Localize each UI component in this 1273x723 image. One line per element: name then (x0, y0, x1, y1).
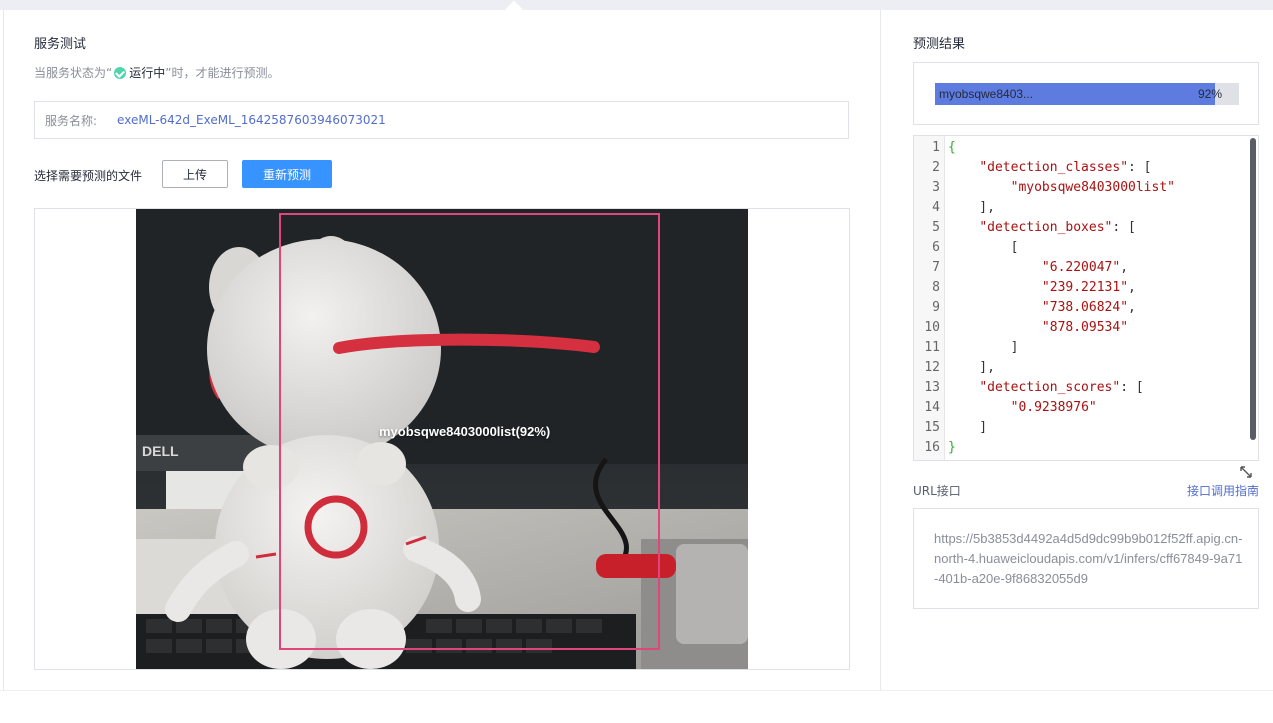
code-line: "detection_classes": [ (979, 160, 1152, 175)
code-line: "detection_scores": [ (979, 380, 1144, 395)
status-note: 当服务状态为“ 运行中 ”时，才能进行预测。 (34, 64, 279, 81)
code-line: "myobsqwe8403000list" (1010, 180, 1175, 195)
prediction-result-title: 预测结果 (913, 37, 966, 52)
line-number: 6 (932, 240, 940, 255)
confidence-bar: myobsqwe8403... 92% (935, 83, 1239, 105)
line-number: 15 (924, 420, 940, 435)
svg-text:DELL: DELL (142, 443, 179, 459)
service-name-value: exeML-642d_ExeML_1642587603946073021 (117, 113, 386, 127)
line-number: 13 (924, 380, 940, 395)
status-running: 运行中 (129, 66, 166, 80)
bottom-rule (0, 690, 1273, 691)
code-line: [ (948, 240, 1019, 255)
panel-divider (880, 10, 881, 690)
service-name-label: 服务名称: (45, 113, 98, 128)
line-number: 3 (932, 180, 940, 195)
json-code-viewer[interactable]: 1 {2 "detection_classes": [ 3 "myobsqwe840… (913, 135, 1259, 461)
left-border (3, 10, 4, 690)
line-number: 10 (924, 320, 940, 335)
url-interface-label: URL接口 (913, 484, 961, 498)
tab-indicator (505, 0, 523, 18)
code-line: "239.22131", (1041, 280, 1136, 295)
line-number: 7 (932, 260, 940, 275)
api-guide-link[interactable]: 接口调用指南 (1187, 482, 1259, 499)
line-number: 2 (932, 160, 940, 175)
code-line: "738.06824", (1041, 300, 1136, 315)
code-line: "878.09534" (1041, 320, 1129, 335)
confidence-bar-percent: 92% (1198, 87, 1223, 101)
code-line: "0.9238976" (1010, 400, 1097, 415)
code-line: } (948, 440, 956, 455)
code-line: "6.220047", (1041, 260, 1129, 275)
line-number: 12 (924, 360, 940, 375)
check-circle-icon (114, 66, 127, 79)
repredict-button[interactable]: 重新预测 (242, 160, 332, 188)
expand-icon[interactable] (1239, 465, 1253, 479)
line-number: 4 (932, 200, 940, 215)
line-number: 1 (932, 140, 940, 155)
line-number: 11 (924, 340, 940, 355)
detection-label: myobsqwe8403000list(92%) (379, 424, 551, 439)
code-line: ], (948, 360, 995, 375)
line-number: 14 (924, 400, 940, 415)
status-note-prefix: 当服务状态为“ (34, 66, 113, 80)
line-number: 16 (924, 440, 940, 455)
code-scrollbar[interactable] (1250, 138, 1256, 440)
url-text-box[interactable]: https://5b3853d4492a4d5d9dc99b9b012f52ff… (913, 508, 1259, 609)
service-name-box: 服务名称: exeML-642d_ExeML_16425876039460730… (34, 101, 849, 139)
status-note-suffix: ”时，才能进行预测。 (165, 66, 280, 80)
line-number: 5 (932, 220, 940, 235)
top-tab-bar (0, 0, 1273, 18)
code-line: ], (948, 200, 995, 215)
select-file-label: 选择需要预测的文件 (34, 169, 143, 183)
service-test-title: 服务测试 (34, 37, 87, 52)
prediction-result-box: myobsqwe8403... 92% (913, 62, 1259, 125)
code-line: ] (948, 420, 988, 435)
confidence-bar-label: myobsqwe8403... (939, 87, 1034, 101)
code-line: ] (948, 340, 1019, 355)
line-number: 9 (932, 300, 940, 315)
upload-button[interactable]: 上传 (162, 160, 228, 188)
line-number: 8 (932, 280, 940, 295)
code-line: { (948, 140, 956, 155)
code-line: "detection_boxes": [ (979, 220, 1136, 235)
